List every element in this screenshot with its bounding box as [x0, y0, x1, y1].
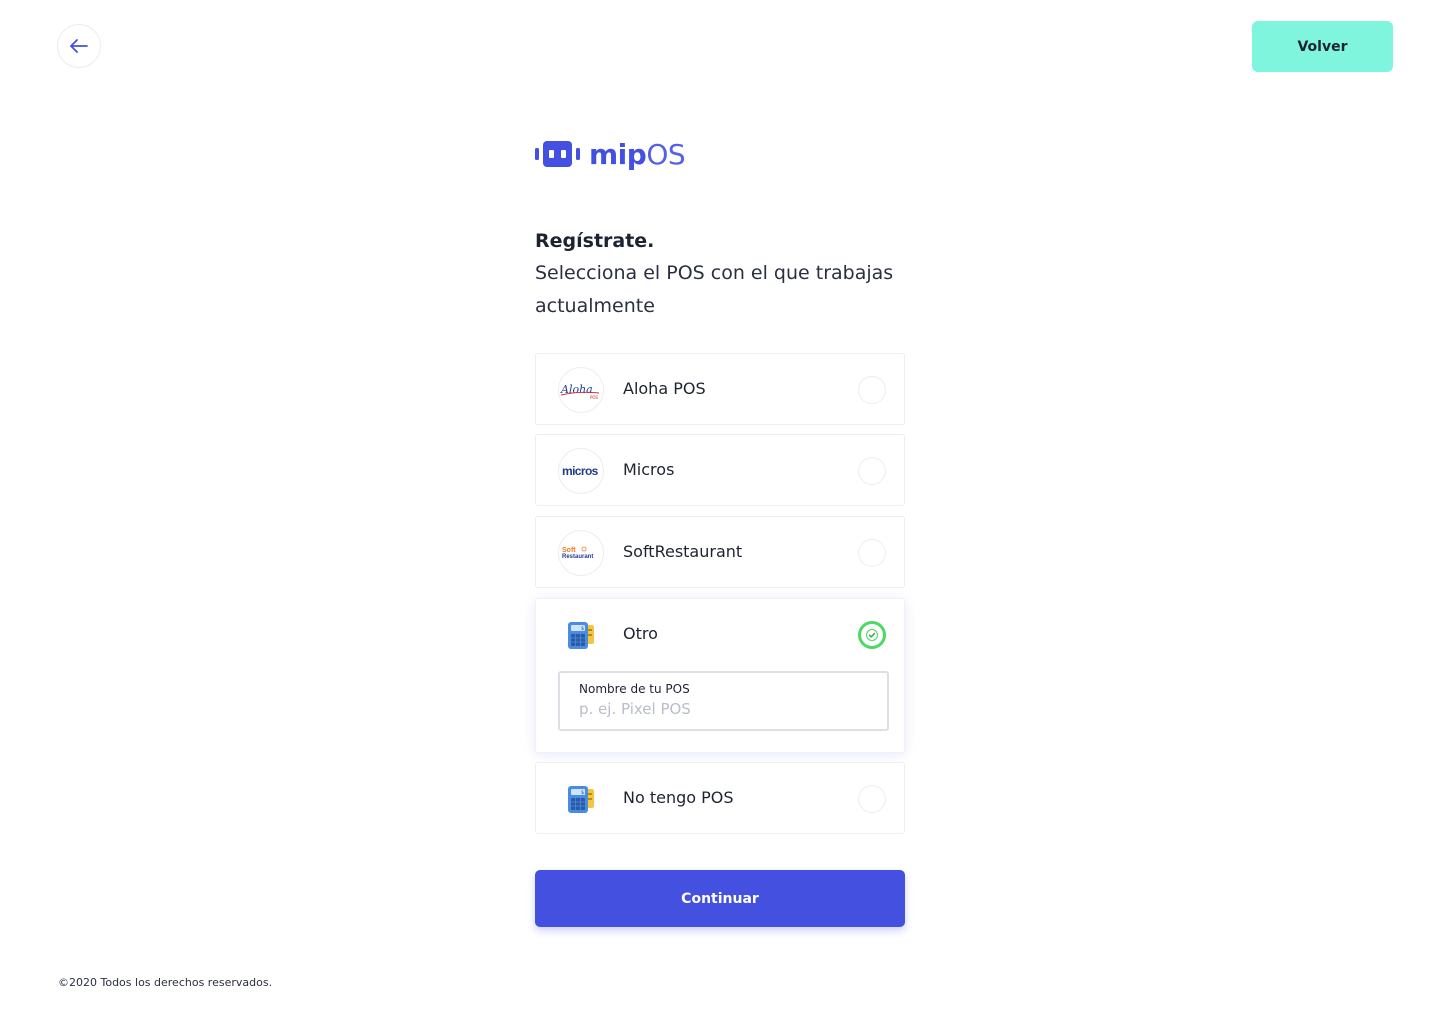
page-subtitle: Selecciona el POS con el que trabajas ac… [535, 262, 894, 317]
pos-name-field[interactable]: Nombre de tu POS [558, 671, 889, 731]
pos-name-label: Nombre de tu POS [579, 682, 690, 696]
aloha-logo: Aloha POS [558, 367, 604, 413]
option-label: No tengo POS [623, 788, 734, 807]
pos-option-softrestaurant[interactable]: Soft Restaurant SoftRestaurant [535, 516, 905, 588]
svg-text:Soft: Soft [562, 547, 576, 554]
page-title: Regístrate. [535, 230, 655, 252]
micros-logo: micros [558, 448, 604, 494]
cash-register-icon: $ [558, 612, 604, 658]
pos-option-aloha[interactable]: Aloha POS Aloha POS [535, 353, 905, 425]
option-label: Micros [623, 460, 675, 479]
continue-button[interactable]: Continuar [535, 870, 905, 927]
softrestaurant-logo: Soft Restaurant [558, 530, 604, 576]
back-button[interactable] [57, 24, 101, 68]
brand-name: mipOS [589, 137, 686, 171]
pos-option-micros[interactable]: micros Micros [535, 434, 905, 506]
option-label: SoftRestaurant [623, 542, 743, 561]
signup-heading: Regístrate. Selecciona el POS con el que… [535, 228, 915, 323]
option-label: Otro [623, 624, 658, 643]
pos-name-input[interactable] [579, 700, 868, 718]
pos-option-none[interactable]: $ No tengo POS [535, 762, 905, 834]
arrow-left-icon [70, 39, 88, 53]
svg-text:$: $ [581, 790, 584, 796]
check-icon [866, 629, 878, 641]
radio-button[interactable] [858, 376, 886, 404]
pos-option-otro[interactable]: $ Otro Nombre de tu POS [535, 598, 905, 753]
radio-button[interactable] [858, 457, 886, 485]
svg-text:micros: micros [562, 464, 599, 478]
cash-register-icon: $ [558, 776, 604, 822]
svg-text:Restaurant: Restaurant [562, 554, 593, 560]
svg-text:$: $ [581, 626, 584, 632]
radio-button[interactable] [858, 539, 886, 567]
radio-button[interactable] [858, 785, 886, 813]
radio-button-checked[interactable] [858, 621, 886, 649]
footer-copyright: ©2020 Todos los derechos reservados. [58, 976, 273, 989]
volver-button[interactable]: Volver [1252, 21, 1393, 72]
svg-text:POS: POS [590, 395, 599, 400]
option-label: Aloha POS [623, 379, 706, 398]
pos-terminal-icon [535, 141, 580, 167]
brand-logo: mipOS [535, 136, 686, 172]
